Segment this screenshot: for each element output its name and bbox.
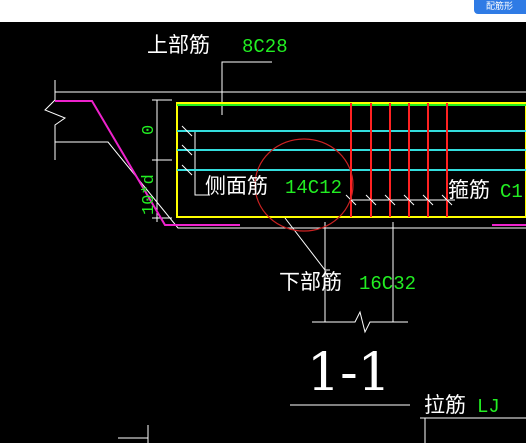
cad-canvas[interactable]: 上部筋 8C28 侧面筋 14C12 箍筋 C1 下部筋 16C32 1-1 拉…: [0, 22, 526, 443]
top-bar-value: 8C28: [242, 36, 288, 58]
dim-zero-label: 0: [140, 125, 159, 135]
outline-lines: [44, 61, 526, 443]
section-break-line: [312, 310, 408, 334]
top-bar-title: 上部筋: [147, 33, 210, 57]
section-mark: 1-1: [307, 343, 391, 403]
side-bar-title: 侧面筋: [205, 174, 268, 198]
section-drawing: 上部筋 8C28 侧面筋 14C12 箍筋 C1 下部筋 16C32 1-1 拉…: [44, 33, 526, 443]
tie-bar-title: 拉筋: [424, 393, 466, 417]
reinforcement-form-button[interactable]: 配筋形: [474, 0, 526, 14]
stirrup-title: 箍筋: [448, 178, 490, 202]
top-toolbar: 配筋形: [0, 0, 526, 22]
bottom-bar-title: 下部筋: [279, 270, 342, 294]
side-bar-value: 14C12: [285, 177, 342, 199]
dim-anchor-label: 10*d: [140, 174, 159, 215]
tie-bar-value: LJ: [477, 396, 500, 418]
bottom-bar-leader: [284, 217, 330, 271]
stirrup-value: C1: [500, 181, 523, 203]
bottom-bar-value: 16C32: [359, 273, 416, 295]
top-bar-leader: [221, 61, 272, 115]
